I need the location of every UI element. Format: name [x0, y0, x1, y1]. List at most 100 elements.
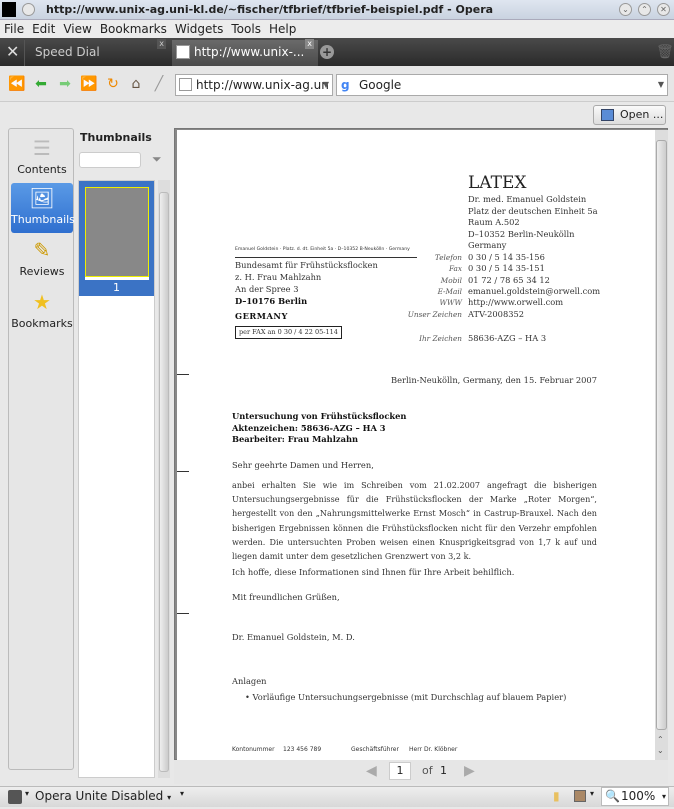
thumbnail-scrollbar[interactable]: [158, 180, 170, 778]
recipient-line: Bundesamt für Frühstücksflocken: [235, 260, 378, 270]
opera-unite-status[interactable]: Opera Unite Disabled ▾: [35, 789, 171, 803]
contact-label: Mobil: [440, 276, 462, 285]
salutation: Sehr geehrte Damen und Herren,: [232, 460, 374, 470]
contact-label: Ihr Zeichen: [419, 334, 462, 343]
sender-line: D–10352 Berlin-Neukölln: [468, 229, 575, 239]
tab-speed-dial[interactable]: Speed Dial x: [24, 39, 170, 66]
thumbnails-heading: Thumbnails: [80, 131, 152, 144]
status-bar: ▾ Opera Unite Disabled ▾ ▾ ▮ ▾ 🔍 100% ▾: [0, 786, 674, 807]
contact-label: E-Mail: [437, 287, 462, 296]
menu-tools[interactable]: Tools: [227, 20, 265, 36]
letter-body-2: Ich hoffe, diese Informationen sind Ihne…: [232, 567, 515, 577]
menu-bookmarks[interactable]: Bookmarks: [96, 20, 171, 36]
rewind-icon[interactable]: ⏪: [8, 76, 26, 92]
search-field[interactable]: g Google ▼: [336, 74, 668, 96]
reload-icon[interactable]: ↻: [104, 76, 122, 92]
zoom-select[interactable]: 🔍 100% ▾: [601, 787, 669, 806]
tab-label: http://www.unix-...: [194, 45, 305, 59]
page-number-input[interactable]: 1: [389, 762, 411, 780]
fold-mark: [177, 374, 189, 375]
contact-value: 0 30 / 5 14 35-151: [468, 263, 545, 273]
open-button[interactable]: Open ...: [593, 105, 666, 125]
bookmarks-icon: ★: [33, 290, 51, 314]
sender-line: Germany: [468, 240, 507, 250]
dropdown-arrow-icon[interactable]: ▾: [590, 789, 594, 798]
forward-icon[interactable]: ➡: [56, 76, 74, 92]
app-icon: [2, 2, 16, 17]
panel-toggle-icon[interactable]: ▮: [553, 789, 560, 803]
opera-unite-icon[interactable]: [8, 790, 22, 804]
next-page-icon[interactable]: ▶: [464, 763, 475, 779]
sidebar-item-label: Bookmarks: [11, 317, 73, 330]
scroll-down-icon[interactable]: ⌄: [657, 746, 664, 755]
sender-line: Platz der deutschen Einheit 5a: [468, 206, 598, 216]
unite-label: Opera Unite Disabled: [35, 789, 164, 803]
fast-forward-icon[interactable]: ⏩: [80, 76, 98, 92]
thumbnail-image: [85, 187, 149, 277]
previous-page-icon[interactable]: ◀: [366, 763, 377, 779]
trash-icon[interactable]: 🗑: [656, 44, 674, 60]
minimize-button[interactable]: ⌄: [619, 3, 632, 16]
sidebar: ☰ Contents 🖼 Thumbnails ✎ Reviews ★ Bookmark…: [8, 128, 75, 770]
home-icon[interactable]: ⌂: [127, 76, 145, 92]
close-tab-icon[interactable]: x: [305, 39, 314, 49]
sidebar-item-bookmarks[interactable]: ★ Bookmarks: [11, 287, 73, 337]
scrollbar-thumb[interactable]: [159, 192, 169, 772]
sidebar-item-reviews[interactable]: ✎ Reviews: [11, 235, 73, 285]
back-icon[interactable]: ⬅: [32, 76, 50, 92]
menu-file[interactable]: File: [0, 20, 28, 36]
recipient-line: An der Spree 3: [235, 284, 299, 294]
latex-logo: LATEX: [468, 173, 527, 193]
page-navigation: ◀ 1 of 1 ▶: [174, 760, 668, 784]
close-tab-icon[interactable]: x: [157, 39, 166, 49]
letter-date: Berlin-Neukölln, Germany, den 15. Februa…: [391, 375, 597, 385]
dropdown-arrow-icon[interactable]: ▾: [180, 789, 184, 798]
new-tab-button[interactable]: +: [320, 45, 334, 59]
sidebar-item-label: Reviews: [19, 265, 65, 278]
contact-value: 0 30 / 5 14 35-156: [468, 252, 545, 262]
thumbnails-panel: Thumbnails ⏷ 1: [78, 128, 170, 778]
tab-pdf[interactable]: http://www.unix-... x: [172, 39, 318, 66]
menu-view[interactable]: View: [59, 20, 95, 36]
dropdown-arrow-icon[interactable]: ▼: [323, 75, 329, 95]
page-total: 1: [440, 764, 447, 777]
menu-edit[interactable]: Edit: [28, 20, 59, 36]
sender-line: Raum A.502: [468, 217, 520, 227]
contact-value: emanuel.goldstein@orwell.com: [468, 286, 601, 296]
search-engine-label: Google: [359, 78, 402, 92]
thumbnail-filter-input[interactable]: [79, 152, 141, 168]
zoom-icon: 🔍: [605, 789, 620, 803]
contact-value: 58636-AZG – HA 3: [468, 333, 547, 343]
document-scrollbar[interactable]: ⌃ ⌄: [655, 130, 668, 760]
menu-widgets[interactable]: Widgets: [171, 20, 228, 36]
close-button[interactable]: ✕: [657, 3, 670, 16]
thumbnail-page[interactable]: 1: [79, 181, 154, 296]
footer-label: Kontonummer: [232, 746, 275, 753]
sidebar-item-thumbnails[interactable]: 🖼 Thumbnails: [11, 183, 75, 233]
scroll-up-icon[interactable]: ⌃: [657, 735, 664, 744]
tab-bar: ✕ Speed Dial x http://www.unix-... x + 🗑: [0, 38, 674, 66]
dropdown-arrow-icon[interactable]: ▾: [662, 788, 666, 805]
thumbnail-page-number: 1: [113, 281, 120, 294]
subject-line: Aktenzeichen: 58636-AZG – HA 3: [232, 423, 386, 433]
contact-label: WWW: [439, 298, 463, 307]
dropdown-arrow-icon[interactable]: ▾: [25, 789, 29, 798]
subject-line: Untersuchung von Frühstücksflocken: [232, 411, 407, 421]
images-icon[interactable]: [574, 790, 586, 802]
edit-icon[interactable]: ╱: [150, 76, 168, 92]
subject-line: Bearbeiter: Frau Mahlzahn: [232, 434, 359, 444]
menu-help[interactable]: Help: [265, 20, 300, 36]
enclosures-label: Anlagen: [232, 676, 267, 686]
thumbnail-list: 1: [78, 180, 155, 778]
contact-label: Fax: [448, 264, 462, 273]
contact-value: http://www.orwell.com: [468, 297, 564, 307]
window-menu-button[interactable]: [22, 3, 35, 16]
filter-icon[interactable]: ⏷: [152, 152, 162, 167]
scrollbar-thumb[interactable]: [656, 140, 667, 730]
dropdown-arrow-icon[interactable]: ▼: [658, 75, 664, 95]
sidebar-item-contents[interactable]: ☰ Contents: [11, 133, 73, 183]
footer-value: 123 456 789: [283, 746, 322, 753]
maximize-button[interactable]: ⌃: [638, 3, 651, 16]
tools-icon[interactable]: ✕: [6, 42, 19, 61]
address-field[interactable]: http://www.unix-ag.un ▼: [175, 74, 333, 96]
